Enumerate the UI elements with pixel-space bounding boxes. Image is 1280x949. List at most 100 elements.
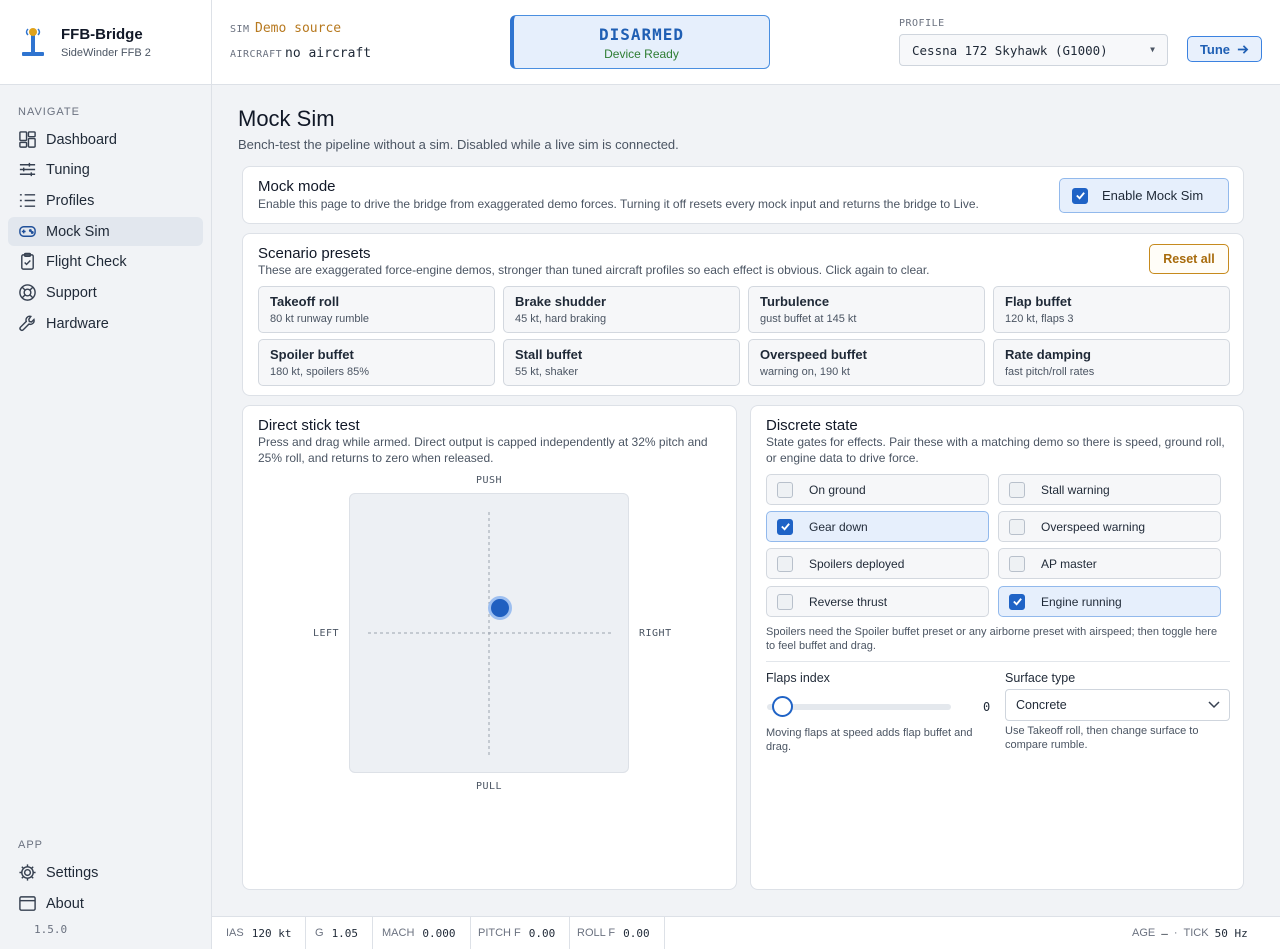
window-icon (19, 896, 36, 911)
preset-name: Turbulence (760, 294, 830, 309)
nav-item-settings[interactable]: Settings (8, 858, 203, 887)
arm-status-title: DISARMED (598, 25, 685, 44)
wrench-icon (19, 315, 35, 332)
status-pitch-force: PITCH F 0.00 (464, 917, 571, 949)
surface-note: Use Takeoff roll, then change surface to… (1005, 725, 1199, 751)
preset-name: Spoiler buffet (270, 347, 354, 362)
nav-item-about[interactable]: About (8, 889, 203, 918)
status-label: MACH (382, 927, 415, 939)
sidebar: FFB-Bridge SideWinder FFB 2 NAVIGATE Das… (0, 0, 212, 949)
preset-detail: 180 kt, spoilers 85% (270, 366, 370, 378)
nav-item-mock-sim[interactable]: Mock Sim (8, 217, 203, 246)
status-label: AGE (1132, 927, 1156, 939)
toggle-reverse-thrust[interactable]: Reverse thrust (766, 586, 989, 617)
toggle-on-ground[interactable]: On ground (766, 474, 989, 505)
nav-item-dashboard[interactable]: Dashboard (8, 125, 203, 154)
status-value: — (1161, 926, 1168, 940)
page-title: Mock Sim (238, 106, 335, 131)
tune-label: Tune (1199, 41, 1231, 57)
preset-takeoff-roll[interactable]: Takeoff roll 80 kt runway rumble (258, 286, 495, 333)
nav-item-hardware[interactable]: Hardware (8, 309, 203, 338)
nav-item-tuning[interactable]: Tuning (8, 155, 203, 184)
nav-label: About (46, 895, 84, 912)
top-bar: SIM Demo source AIRCRAFT no aircraft DIS… (212, 0, 1280, 85)
toggle-label: Stall warning (1041, 482, 1110, 497)
preset-detail: 120 kt, flaps 3 (1005, 313, 1074, 325)
preset-spoiler-buffet[interactable]: Spoiler buffet 180 kt, spoilers 85% (258, 339, 495, 386)
nav-item-flight-check[interactable]: Flight Check (8, 247, 203, 276)
direct-stick-test-card: Direct stick test Press and drag while a… (242, 405, 737, 890)
preset-turbulence[interactable]: Turbulence gust buffet at 145 kt (748, 286, 985, 333)
stick-position-handle[interactable] (488, 596, 512, 620)
toggle-spoilers-deployed[interactable]: Spoilers deployed (766, 548, 989, 579)
flaps-slider-thumb[interactable] (772, 696, 793, 717)
sim-label: SIM (230, 24, 250, 35)
surface-label: Surface type (1005, 671, 1076, 685)
presets-desc: These are exaggerated force-engine demos… (258, 263, 930, 277)
status-label: PITCH F (478, 927, 521, 939)
discrete-desc: State gates for effects. Pair these with… (766, 435, 1225, 465)
stick-test-title: Direct stick test (258, 417, 360, 434)
status-value: 50 Hz (1214, 926, 1248, 940)
preset-overspeed-buffet[interactable]: Overspeed buffet warning on, 190 kt (748, 339, 985, 386)
aircraft-value: no aircraft (285, 46, 372, 61)
surface-type-select[interactable]: Concrete (1005, 689, 1230, 721)
status-bar: IAS 120 kt G 1.05 MACH 0.000 PITCH F 0.0… (212, 916, 1280, 949)
preset-name: Stall buffet (515, 347, 583, 362)
toggle-stall-warning[interactable]: Stall warning (998, 474, 1221, 505)
flaps-label: Flaps index (766, 671, 830, 685)
status-label: G (315, 927, 324, 939)
joystick-logo-icon (20, 25, 46, 59)
profile-select[interactable]: Cessna 172 Skyhawk (G1000) ▼ (899, 34, 1168, 66)
checkbox-unchecked-icon (1009, 555, 1025, 572)
app-version: 1.5.0 (34, 923, 68, 936)
checkbox-checked-icon (1072, 187, 1088, 204)
status-age-tick: AGE — · TICK 50 Hz (1132, 917, 1248, 949)
gamepad-icon (19, 226, 36, 237)
preset-brake-shudder[interactable]: Brake shudder 45 kt, hard braking (503, 286, 740, 333)
status-g: G 1.05 (301, 917, 374, 949)
status-ias: IAS 120 kt (212, 917, 307, 949)
checkbox-unchecked-icon (1009, 481, 1025, 498)
nav-item-support[interactable]: Support (8, 278, 203, 307)
mock-mode-card: Mock mode Enable this page to drive the … (242, 166, 1244, 224)
dashboard-icon (19, 131, 36, 148)
pull-label: PULL (476, 781, 503, 792)
reset-all-button[interactable]: Reset all (1149, 244, 1229, 274)
preset-stall-buffet[interactable]: Stall buffet 55 kt, shaker (503, 339, 740, 386)
lifebuoy-icon (19, 284, 36, 301)
preset-name: Takeoff roll (270, 294, 340, 309)
toggle-label: Reverse thrust (809, 594, 888, 609)
enable-mock-sim-checkbox[interactable]: Enable Mock Sim (1059, 178, 1229, 213)
toggle-overspeed-warning[interactable]: Overspeed warning (998, 511, 1221, 542)
preset-detail: 55 kt, shaker (515, 366, 578, 378)
aircraft-label: AIRCRAFT (230, 49, 283, 60)
preset-rate-damping[interactable]: Rate damping fast pitch/roll rates (993, 339, 1230, 386)
preset-name: Overspeed buffet (760, 347, 867, 362)
device-status: Device Ready (604, 47, 679, 61)
push-label: PUSH (476, 475, 503, 486)
right-label: RIGHT (639, 628, 672, 639)
nav-label: Support (46, 284, 97, 301)
toggle-engine-running[interactable]: Engine running (998, 586, 1221, 617)
arm-status-indicator[interactable]: DISARMED Device Ready (510, 15, 770, 69)
profile-label: PROFILE (899, 18, 945, 29)
chevron-down-icon: ▼ (1150, 45, 1155, 54)
status-mach: MACH 0.000 (368, 917, 471, 949)
preset-name: Brake shudder (515, 294, 607, 309)
toggle-ap-master[interactable]: AP master (998, 548, 1221, 579)
flaps-value: 0 (983, 700, 991, 714)
scenario-presets-card: Scenario presets These are exaggerated f… (242, 233, 1244, 396)
tune-button[interactable]: Tune (1187, 36, 1262, 62)
preset-name: Rate damping (1005, 347, 1091, 362)
list-icon (19, 194, 36, 207)
preset-flap-buffet[interactable]: Flap buffet 120 kt, flaps 3 (993, 286, 1230, 333)
nav-label: Profiles (46, 192, 95, 209)
nav-item-profiles[interactable]: Profiles (8, 186, 203, 215)
toggle-gear-down[interactable]: Gear down (766, 511, 989, 542)
preset-detail: gust buffet at 145 kt (760, 313, 857, 325)
stick-test-pad[interactable] (349, 493, 629, 773)
page-subtitle: Bench-test the pipeline without a sim. D… (238, 137, 679, 152)
status-value: 0.00 (623, 926, 650, 940)
flaps-slider-track[interactable] (767, 704, 951, 710)
